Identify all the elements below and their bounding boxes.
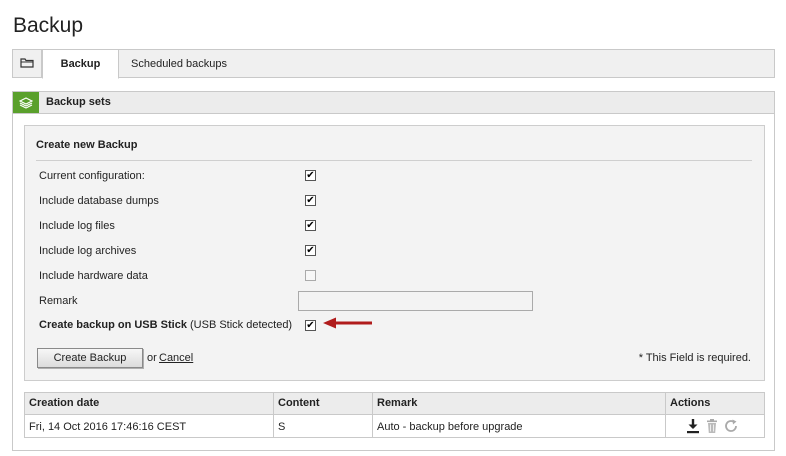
column-divider (372, 393, 373, 437)
tab-bar: Backup Scheduled backups (12, 49, 775, 79)
column-divider (273, 393, 274, 437)
folder-icon (20, 57, 34, 71)
include-log-files-checkbox[interactable]: ✔ (305, 220, 316, 231)
remark-cell: Auto - backup before upgrade (377, 421, 523, 433)
current-configuration-checkbox[interactable]: ✔ (305, 170, 316, 181)
backup-sets-panel: Backup sets Create new Backup Current co… (12, 91, 775, 451)
table-header: Creation date Content Remark Actions (25, 393, 764, 415)
required-field-note: * This Field is required. (638, 352, 751, 364)
trash-icon[interactable] (705, 418, 719, 434)
backup-table: Creation date Content Remark Actions Fri… (24, 392, 765, 438)
panel-title: Backup sets (46, 96, 111, 108)
include-hardware-data-checkbox[interactable] (305, 270, 316, 281)
include-database-dumps-label: Include database dumps (39, 195, 159, 207)
header-creation-date: Creation date (29, 397, 100, 409)
include-log-archives-checkbox[interactable]: ✔ (305, 245, 316, 256)
creation-date-cell: Fri, 14 Oct 2016 17:46:16 CEST (29, 421, 187, 433)
tab-scheduled-backups[interactable]: Scheduled backups (119, 50, 239, 77)
content-cell: S (278, 421, 286, 433)
create-backup-button[interactable]: Create Backup (37, 348, 143, 368)
form-title: Create new Backup (36, 139, 138, 151)
panel-header: Backup sets (13, 92, 774, 114)
usb-backup-label: Create backup on USB Stick (USB Stick de… (39, 319, 292, 331)
include-log-files-label: Include log files (39, 220, 115, 232)
remark-input[interactable] (298, 291, 533, 311)
current-configuration-label: Current configuration: (39, 170, 145, 182)
usb-backup-checkbox[interactable]: ✔ (305, 320, 316, 331)
red-arrow-icon (322, 317, 374, 332)
remark-label: Remark (39, 295, 78, 307)
usb-backup-note: (USB Stick detected) (190, 319, 293, 331)
divider (36, 160, 752, 161)
actions-cell (685, 418, 739, 434)
or-text: or (147, 352, 157, 364)
header-actions: Actions (670, 397, 711, 409)
folder-tab[interactable] (13, 50, 42, 77)
page-title: Backup (13, 14, 84, 37)
include-database-dumps-checkbox[interactable]: ✔ (305, 195, 316, 206)
include-hardware-data-label: Include hardware data (39, 270, 148, 282)
header-content: Content (278, 397, 320, 409)
create-backup-form: Create new Backup Current configuration:… (24, 125, 765, 381)
cancel-link[interactable]: Cancel (159, 352, 193, 364)
header-remark: Remark (377, 397, 418, 409)
include-log-archives-label: Include log archives (39, 245, 137, 257)
download-icon[interactable] (685, 418, 701, 434)
layers-icon (13, 92, 39, 113)
column-divider (665, 393, 666, 437)
restore-icon[interactable] (723, 418, 739, 434)
tab-backup[interactable]: Backup (42, 49, 119, 79)
usb-backup-label-bold: Create backup on USB Stick (39, 319, 187, 331)
